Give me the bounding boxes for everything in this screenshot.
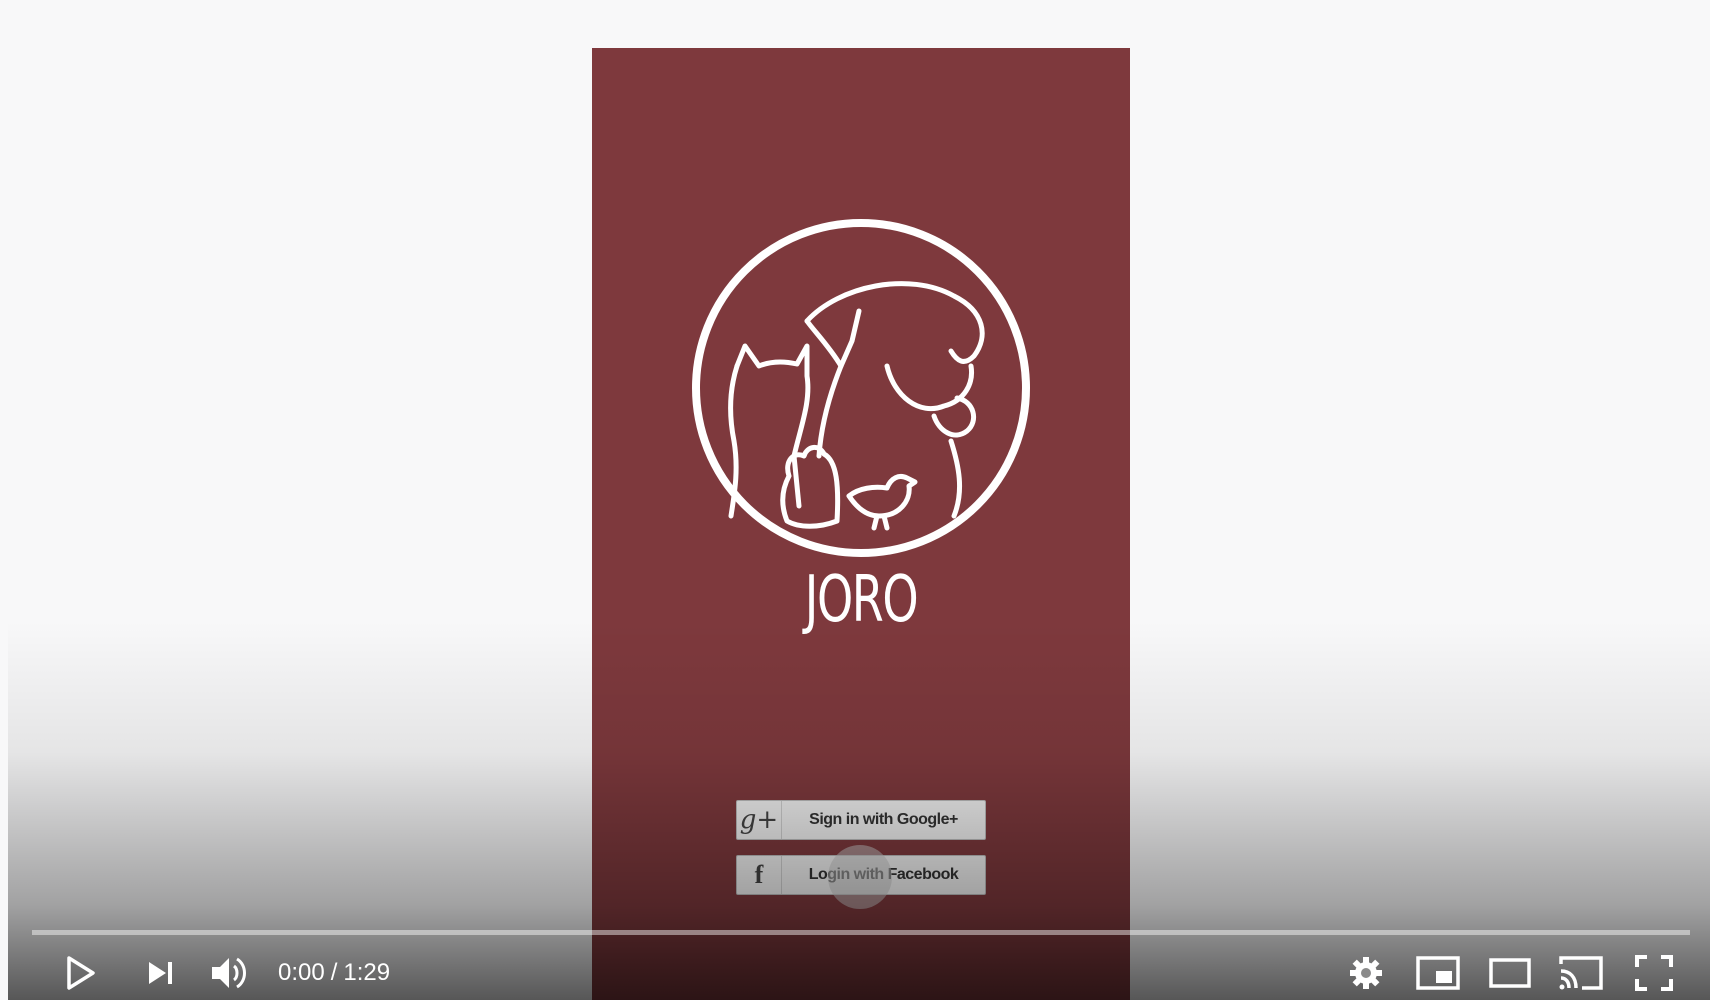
- google-plus-icon: g+: [737, 801, 782, 839]
- cast-button[interactable]: [1556, 946, 1606, 1000]
- touch-indicator: [828, 845, 892, 909]
- gear-icon: [1350, 957, 1382, 989]
- settings-button[interactable]: [1344, 946, 1388, 1000]
- miniplayer-icon: [1416, 956, 1460, 990]
- progress-bar[interactable]: [32, 930, 1690, 935]
- volume-button[interactable]: [206, 946, 254, 1000]
- player-controls: 0:00 / 1:29: [0, 946, 1710, 1000]
- google-sign-in-button[interactable]: g+ Sign in with Google+: [736, 800, 986, 840]
- fullscreen-icon: [1635, 955, 1673, 991]
- facebook-icon: f: [737, 856, 782, 894]
- google-sign-in-label: Sign in with Google+: [809, 811, 958, 828]
- video-frame[interactable]: JORO g+ Sign in with Google+ f Login wit…: [592, 48, 1130, 1000]
- play-icon: [67, 956, 95, 990]
- app-title: JORO: [804, 563, 919, 637]
- time-separator: /: [330, 959, 338, 986]
- play-button[interactable]: [56, 946, 104, 1000]
- time-display: 0:00 / 1:29: [278, 946, 390, 1000]
- volume-icon: [212, 957, 246, 989]
- next-button[interactable]: [138, 946, 184, 1000]
- joro-logo: [692, 219, 1030, 557]
- miniplayer-button[interactable]: [1414, 946, 1462, 1000]
- video-player-page: JORO g+ Sign in with Google+ f Login wit…: [0, 0, 1710, 1000]
- fullscreen-button[interactable]: [1630, 946, 1678, 1000]
- duration: 1:29: [343, 959, 391, 986]
- next-icon: [149, 962, 172, 984]
- theater-icon: [1489, 958, 1531, 988]
- cast-icon: [1559, 956, 1603, 990]
- current-time: 0:00: [278, 959, 325, 986]
- theater-mode-button[interactable]: [1486, 946, 1534, 1000]
